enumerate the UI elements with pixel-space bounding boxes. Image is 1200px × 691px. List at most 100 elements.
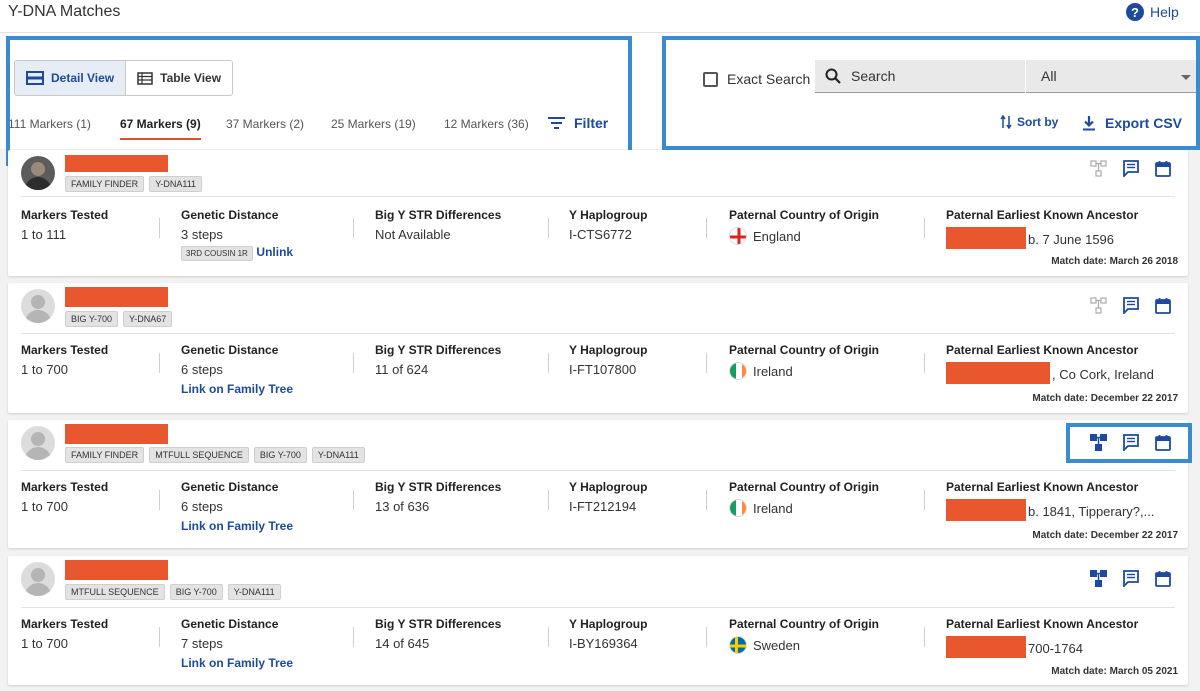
tab-111-markers[interactable]: 111 Markers (1) — [8, 117, 91, 131]
separator — [353, 490, 354, 510]
notes-icon[interactable] — [1122, 434, 1140, 451]
avatar[interactable] — [21, 426, 55, 460]
country-label: Paternal Country of Origin — [729, 480, 880, 494]
tab-37-markers[interactable]: 37 Markers (2) — [226, 117, 304, 131]
notes-icon[interactable] — [1122, 160, 1140, 177]
sort-button[interactable]: Sort by — [1000, 115, 1058, 129]
country-label: Paternal Country of Origin — [729, 617, 880, 631]
haplogroup-label: Y Haplogroup — [569, 480, 648, 494]
ireland-flag-icon — [729, 499, 747, 517]
markers-tested-value: 1 to 700 — [21, 636, 68, 651]
filter-button[interactable]: Filter — [548, 115, 608, 131]
haplogroup-col: Y Haplogroup I-FT107800 — [569, 343, 647, 377]
match-card: FAMILY FINDER MTFULL SEQUENCE BIG Y-700 … — [8, 420, 1188, 548]
unlink-link[interactable]: Unlink — [256, 245, 293, 259]
test-tag: MTFULL SEQUENCE — [65, 584, 165, 600]
haplogroup-label: Y Haplogroup — [569, 343, 648, 357]
exact-search-checkbox[interactable] — [703, 71, 718, 87]
match-date: Match date: March 26 2018 — [1051, 256, 1178, 267]
table-view-icon — [137, 71, 153, 85]
tab-25-markers[interactable]: 25 Markers (19) — [331, 117, 416, 131]
help-label: Help — [1150, 4, 1179, 20]
calendar-icon[interactable] — [1155, 434, 1171, 451]
card-actions — [1090, 570, 1171, 587]
test-tag: Y-DNA111 — [311, 447, 365, 463]
test-tag: FAMILY FINDER — [65, 447, 145, 463]
markers-tested-value: 1 to 700 — [21, 362, 68, 377]
test-tag: FAMILY FINDER — [65, 176, 145, 192]
card-actions — [1090, 160, 1171, 177]
avatar[interactable] — [21, 562, 55, 596]
haplogroup-col: Y Haplogroup I-BY169364 — [569, 617, 647, 651]
link-family-tree[interactable]: Link on Family Tree — [181, 519, 293, 533]
detail-view-label: Detail View — [51, 71, 115, 85]
family-tree-icon[interactable] — [1090, 160, 1107, 177]
separator — [548, 627, 549, 647]
filter-label: Filter — [574, 115, 609, 131]
genetic-distance-col: Genetic Distance 6 steps Link on Family … — [181, 480, 293, 533]
calendar-icon[interactable] — [1155, 160, 1171, 177]
search-scope-value: All — [1041, 68, 1057, 84]
family-tree-icon[interactable] — [1090, 434, 1107, 451]
exact-search-label: Exact Search — [727, 71, 811, 87]
card-actions — [1090, 434, 1171, 451]
match-details: Markers Tested 1 to 700 Genetic Distance… — [21, 343, 1181, 396]
markers-tested-label: Markers Tested — [21, 617, 109, 631]
separator — [548, 490, 549, 510]
ancestor-col: Paternal Earliest Known Ancestor b. 7 Ju… — [946, 208, 1138, 249]
country-label: Paternal Country of Origin — [729, 343, 880, 357]
ancestor-value: , Co Cork, Ireland — [1052, 367, 1154, 382]
genetic-distance-value: 3 steps — [181, 227, 223, 242]
separator — [706, 490, 707, 510]
link-family-tree[interactable]: Link on Family Tree — [181, 382, 293, 396]
divider — [21, 196, 1175, 197]
country-col: Paternal Country of Origin Ireland — [729, 480, 879, 517]
export-csv-button[interactable]: Export CSV — [1082, 115, 1182, 131]
match-details: Markers Tested 1 to 700 Genetic Distance… — [21, 617, 1181, 670]
separator — [159, 627, 160, 647]
redacted-ancestor — [946, 636, 1026, 658]
separator — [353, 627, 354, 647]
search-input[interactable] — [851, 68, 1011, 84]
exact-search-toggle[interactable]: Exact Search — [703, 71, 810, 87]
markers-tested-value: 1 to 700 — [21, 499, 68, 514]
bigy-value: 14 of 645 — [375, 636, 430, 651]
separator — [924, 353, 925, 373]
help-link[interactable]: ? Help — [1126, 3, 1179, 21]
tab-67-markers[interactable]: 67 Markers (9) — [120, 117, 201, 140]
sweden-flag-icon — [729, 636, 747, 654]
test-tags: MTFULL SEQUENCE BIG Y-700 Y-DNA111 — [65, 584, 281, 600]
match-details: Markers Tested 1 to 700 Genetic Distance… — [21, 480, 1181, 533]
notes-icon[interactable] — [1122, 570, 1140, 587]
separator — [548, 353, 549, 373]
calendar-icon[interactable] — [1155, 570, 1171, 587]
england-flag-icon — [729, 227, 747, 245]
ancestor-label: Paternal Earliest Known Ancestor — [946, 480, 1139, 494]
ancestor-value: b. 7 June 1596 — [1028, 232, 1115, 247]
relationship-badge: 3RD COUSIN 1R — [181, 246, 253, 261]
separator — [706, 218, 707, 238]
tab-12-markers[interactable]: 12 Markers (36) — [444, 117, 529, 131]
haplogroup-col: Y Haplogroup I-FT212194 — [569, 480, 647, 514]
avatar[interactable] — [21, 289, 55, 323]
link-family-tree[interactable]: Link on Family Tree — [181, 656, 293, 670]
search-icon — [825, 68, 841, 84]
haplogroup-value: I-CTS6772 — [569, 227, 632, 242]
family-tree-icon[interactable] — [1090, 570, 1107, 587]
markers-tested-col: Markers Tested 1 to 700 — [21, 480, 108, 514]
family-tree-icon[interactable] — [1090, 297, 1107, 314]
test-tags: BIG Y-700 Y-DNA67 — [65, 311, 173, 327]
detail-view-button[interactable]: Detail View — [15, 61, 127, 95]
avatar[interactable] — [21, 156, 55, 190]
redacted-ancestor — [946, 499, 1026, 521]
ancestor-label: Paternal Earliest Known Ancestor — [946, 208, 1139, 222]
detail-view-icon — [26, 71, 44, 85]
sort-icon — [1000, 115, 1012, 129]
table-view-button[interactable]: Table View — [126, 61, 233, 95]
notes-icon[interactable] — [1122, 297, 1140, 314]
divider — [21, 333, 1175, 334]
calendar-icon[interactable] — [1155, 297, 1171, 314]
bigy-label: Big Y STR Differences — [375, 343, 502, 357]
search-scope-select[interactable]: All — [1026, 60, 1200, 93]
match-card: FAMILY FINDER Y-DNA111 Markers Tested 1 … — [8, 150, 1188, 276]
